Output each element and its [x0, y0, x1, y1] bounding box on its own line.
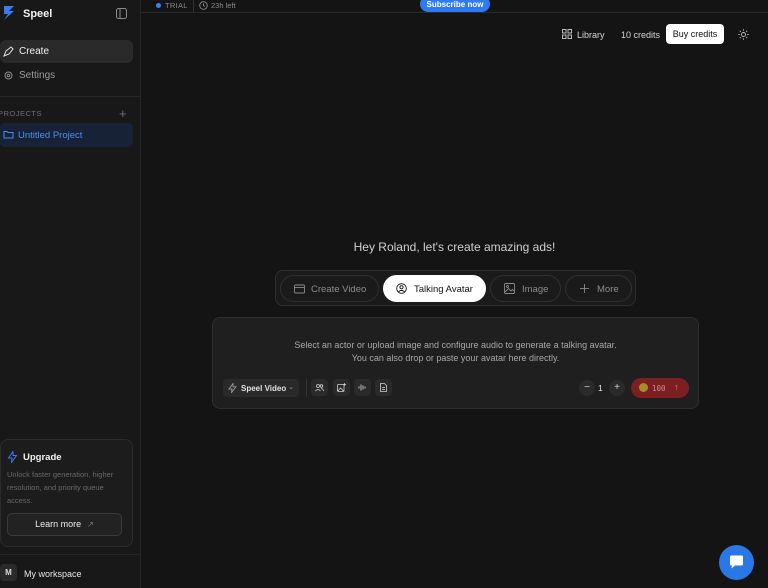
toolbar-divider	[306, 379, 307, 397]
sidebar-divider	[0, 96, 141, 97]
sun-icon[interactable]	[738, 29, 749, 40]
projects-heading: PROJECTS	[0, 109, 43, 118]
clapperboard-icon	[294, 284, 305, 294]
upgrade-title: Upgrade	[23, 452, 62, 463]
project-item-untitled[interactable]: Untitled Project	[0, 123, 133, 147]
audio-button[interactable]	[354, 379, 371, 396]
tab-image[interactable]: Image	[490, 275, 561, 302]
users-icon	[315, 384, 324, 392]
coin-icon	[639, 383, 648, 392]
model-label: Speel Video	[241, 384, 287, 393]
library-label: Library	[577, 30, 605, 40]
greeting: Hey Roland, let's create amazing ads!	[353, 240, 556, 254]
prompt-box[interactable]: Select an actor or upload image and conf…	[212, 317, 699, 409]
tab-create-video[interactable]: Create Video	[280, 275, 379, 302]
clock-icon	[199, 1, 208, 10]
tab-label: Talking Avatar	[414, 284, 473, 295]
upgrade-description: Unlock faster generation, higher resolut…	[7, 470, 114, 505]
workspace-avatar: M	[0, 564, 17, 581]
image-icon	[504, 283, 515, 294]
generation-cost: 100	[652, 384, 666, 393]
user-circle-icon	[396, 283, 407, 294]
pen-tool-icon	[3, 46, 14, 57]
grid-icon	[562, 29, 572, 39]
learn-more-label: Learn more	[35, 519, 82, 529]
credits-count: 10 credits	[621, 30, 661, 40]
upload-image-button[interactable]	[333, 379, 350, 396]
chat-bubble-icon	[730, 555, 743, 569]
prompt-hint: Select an actor or upload image and conf…	[213, 339, 698, 365]
lightning-icon	[7, 451, 18, 463]
quantity-decrease-button[interactable]: −	[579, 380, 595, 396]
tab-label: Image	[522, 284, 549, 295]
workspace-switcher[interactable]: M My workspace	[0, 554, 141, 588]
sidebar-item-create[interactable]: Create	[0, 40, 133, 63]
speel-logo-icon	[4, 6, 14, 20]
project-label: Untitled Project	[18, 130, 83, 141]
lightning-icon	[228, 383, 237, 393]
tab-talking-avatar[interactable]: Talking Avatar	[383, 275, 486, 302]
app-name: Speel	[23, 8, 53, 20]
workspace-label: My workspace	[24, 569, 82, 579]
upgrade-card: Upgrade Unlock faster generation, higher…	[0, 439, 133, 547]
topbar-divider	[193, 0, 194, 12]
select-actor-button[interactable]	[311, 379, 328, 396]
image-plus-icon	[337, 383, 346, 392]
plus-icon	[580, 284, 589, 293]
support-chat-button[interactable]	[719, 545, 754, 580]
script-button[interactable]	[375, 379, 392, 396]
time-left: 23h left	[211, 1, 236, 10]
buy-credits-button[interactable]: Buy credits	[666, 24, 724, 44]
gear-icon	[4, 71, 13, 80]
audio-waveform-icon	[358, 384, 366, 391]
sidebar-item-settings[interactable]: Settings	[0, 64, 133, 87]
projects-header: PROJECTS +	[0, 106, 141, 121]
prompt-hint-line-1: Select an actor or upload image and conf…	[294, 340, 617, 350]
tab-label: More	[597, 284, 619, 295]
file-text-icon	[380, 383, 387, 392]
subscribe-button[interactable]: Subscribe now	[420, 0, 490, 12]
chevron-down-icon: ⌄	[288, 384, 294, 391]
quantity-value: 1	[598, 383, 603, 393]
add-project-button[interactable]: +	[119, 106, 127, 121]
folder-icon	[3, 131, 14, 139]
quantity-increase-button[interactable]: +	[609, 380, 625, 396]
sidebar-item-label: Create	[19, 46, 50, 57]
sidebar-toggle-icon[interactable]	[116, 8, 127, 19]
generate-button[interactable]: 100 ↑	[631, 378, 689, 398]
sidebar: Speel Create Settings PROJECTS + Untitle…	[0, 0, 141, 588]
tab-label: Create Video	[311, 284, 367, 295]
arrow-up-icon: ↑	[674, 382, 679, 392]
tab-more[interactable]: More	[565, 275, 632, 302]
brand: Speel	[0, 4, 141, 24]
mode-selector: Create Video Talking Avatar Image More	[275, 270, 636, 306]
model-selector[interactable]: Speel Video ⌄	[223, 379, 299, 397]
plan-badge: TRIAL	[165, 1, 188, 10]
external-arrow-icon: ↗	[87, 520, 94, 529]
prompt-hint-line-2: You can also drop or paste your avatar h…	[351, 353, 560, 363]
learn-more-button[interactable]: Learn more ↗	[7, 513, 122, 536]
sidebar-item-label: Settings	[19, 70, 56, 81]
trial-status-dot	[156, 3, 161, 8]
